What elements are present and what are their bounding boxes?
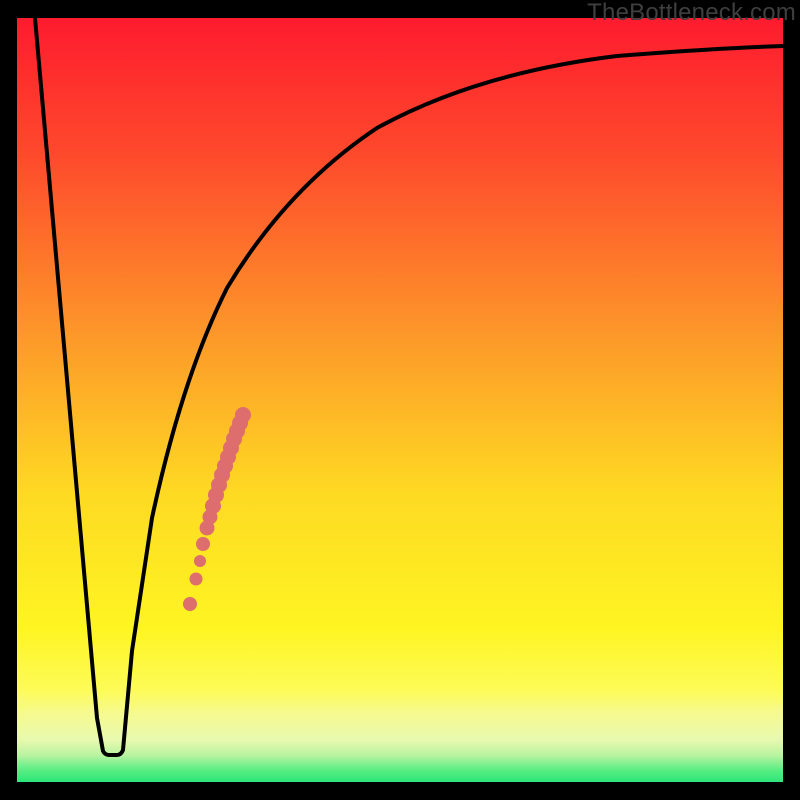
watermark-text: TheBottleneck.com [587, 0, 796, 27]
bottleneck-curve [17, 18, 783, 782]
curve-path [35, 18, 783, 755]
chart-frame [17, 18, 783, 782]
dot-cluster [183, 407, 251, 611]
